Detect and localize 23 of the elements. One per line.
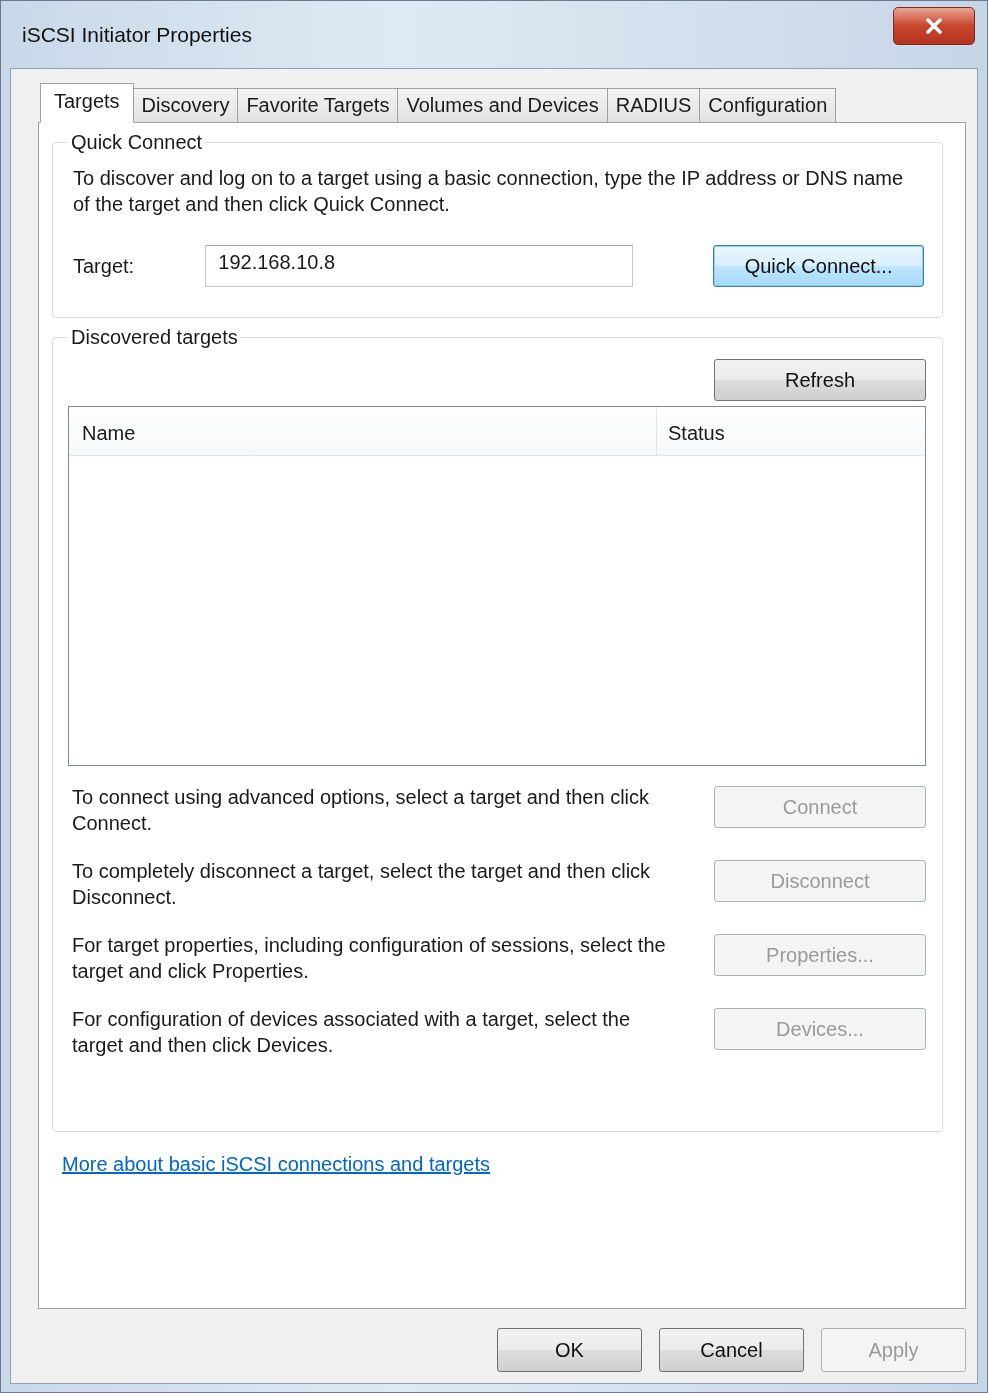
instruction-text: For target properties, including configuration of sessions, select the target and click Properties. [72,933,667,984]
instruction-text: For configuration of devices associated with a target, select the target and then click Devices. [72,1007,632,1058]
column-header[interactable]: Status [657,407,725,455]
description-text: To discover and log on to a target using a basic connection, type the IP address or DNS name of the target and then click Quick Connect. [73,166,905,217]
refresh-button[interactable]: Refresh [714,359,926,401]
tab[interactable]: Volumes and Devices [397,88,608,122]
help-link[interactable]: More about basic iSCSI connections and targets [62,1153,491,1175]
tab[interactable]: Targets [40,83,134,123]
window-title: iSCSI Initiator Properties [22,23,252,47]
dialog-button[interactable]: OK [497,1328,642,1372]
dialog-button[interactable]: Cancel [659,1328,804,1372]
tab[interactable]: Favorite Targets [237,88,399,122]
instruction-text: To connect using advanced options, select a target and then click Connect. [72,785,651,836]
close-button[interactable] [893,7,975,45]
target-field[interactable]: 192.168.10.8 [205,245,634,287]
close-icon [924,18,944,34]
instruction-text: To completely disconnect a target, select the target and then click Disconnect. [72,859,652,910]
quick-connect-button[interactable]: Quick Connect... [713,245,924,287]
target-label: Target: [73,254,136,278]
tab[interactable]: Discovery [132,88,239,122]
tab[interactable]: Configuration [699,88,837,122]
column-header[interactable]: Name [69,407,657,455]
tab[interactable]: RADIUS [606,88,701,122]
